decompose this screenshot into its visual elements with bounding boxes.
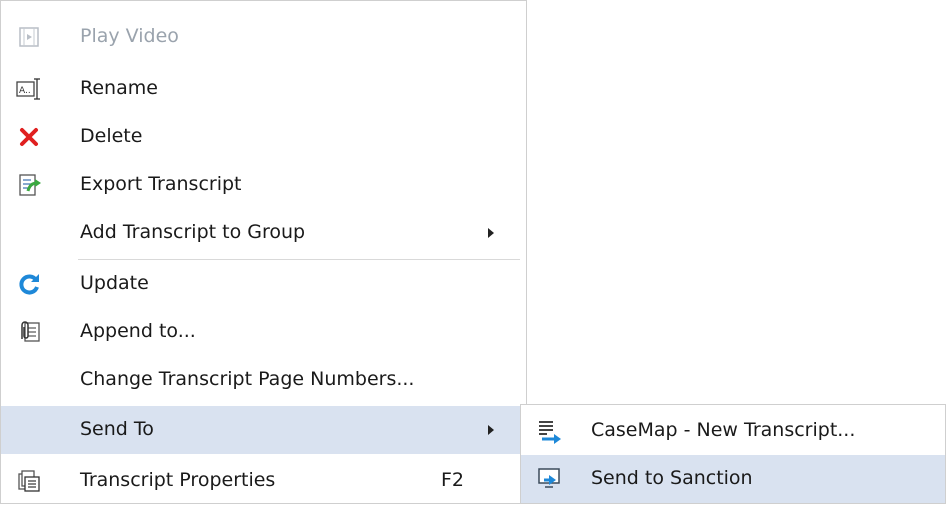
- menu-item-label: Play Video: [80, 25, 179, 47]
- menu-item-label: Update: [80, 272, 149, 294]
- submenu-item-label: Send to Sanction: [591, 467, 753, 489]
- delete-icon: [14, 122, 44, 152]
- menu-item-label: Add Transcript to Group: [80, 221, 306, 243]
- menu-item-export-transcript[interactable]: Export Transcript: [1, 161, 526, 209]
- send-to-submenu: CaseMap - New Transcript... Send to Sanc…: [520, 404, 946, 504]
- menu-item-change-page-numbers[interactable]: Change Transcript Page Numbers...: [1, 356, 526, 404]
- update-icon: [14, 269, 44, 299]
- submenu-item-casemap-new-transcript[interactable]: CaseMap - New Transcript...: [521, 407, 945, 455]
- shortcut-key: F2: [441, 469, 465, 491]
- menu-item-send-to[interactable]: Send To: [1, 406, 526, 454]
- menu-item-play-video: Play Video: [1, 13, 526, 61]
- menu-item-transcript-properties[interactable]: Transcript Properties F2: [1, 457, 526, 505]
- properties-icon: [14, 466, 44, 496]
- append-icon: [14, 317, 44, 347]
- menu-item-label: Transcript Properties: [80, 469, 276, 491]
- send-to-sanction-icon: [534, 464, 564, 494]
- menu-item-update[interactable]: Update: [1, 260, 526, 308]
- menu-item-append-to[interactable]: Append to...: [1, 308, 526, 356]
- context-menu: Play Video A.. Rename Delete Export Tran…: [0, 0, 527, 504]
- menu-item-delete[interactable]: Delete: [1, 113, 526, 161]
- export-transcript-icon: [14, 170, 44, 200]
- play-video-icon: [14, 22, 44, 52]
- submenu-item-send-to-sanction[interactable]: Send to Sanction: [521, 455, 945, 503]
- menu-item-add-transcript-to-group[interactable]: Add Transcript to Group: [1, 209, 526, 257]
- casemap-icon: [534, 416, 564, 446]
- menu-item-label: Send To: [80, 418, 154, 440]
- submenu-item-label: CaseMap - New Transcript...: [591, 419, 856, 441]
- menu-item-label: Rename: [80, 77, 158, 99]
- menu-item-label: Delete: [80, 125, 143, 147]
- menu-item-label: Change Transcript Page Numbers...: [80, 368, 415, 390]
- rename-icon: A..: [14, 74, 44, 104]
- menu-item-label: Export Transcript: [80, 173, 242, 195]
- menu-item-rename[interactable]: A.. Rename: [1, 65, 526, 113]
- submenu-arrow-icon: [488, 425, 494, 435]
- svg-text:A..: A..: [19, 86, 31, 96]
- submenu-arrow-icon: [488, 228, 494, 238]
- menu-item-label: Append to...: [80, 320, 196, 342]
